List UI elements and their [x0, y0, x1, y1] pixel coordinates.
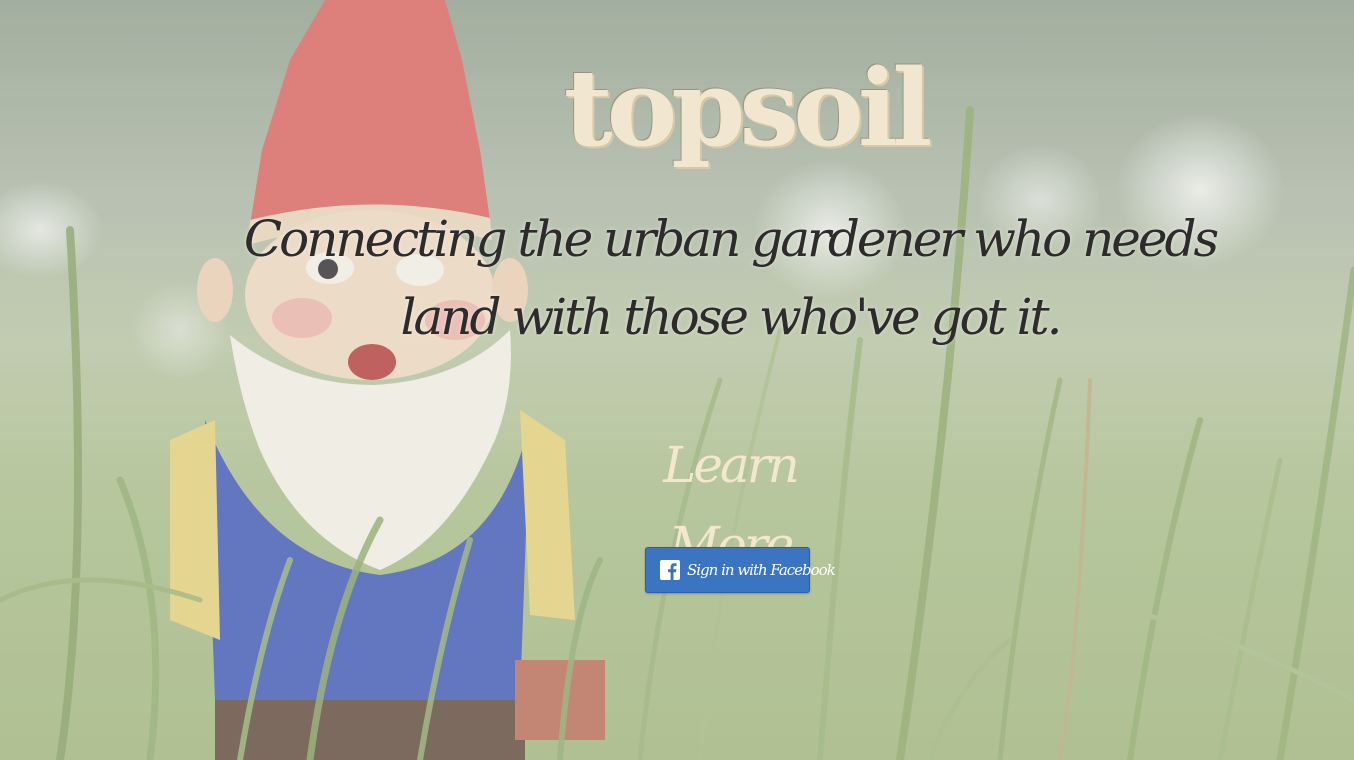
- facebook-button-label: Sign in with Facebook: [687, 561, 836, 579]
- facebook-signin-button[interactable]: Sign in with Facebook: [645, 547, 836, 593]
- facebook-icon: [660, 560, 680, 580]
- hero-tagline: Connecting the urban gardener who needs …: [243, 210, 1219, 346]
- logo: topsoil: [563, 45, 933, 170]
- learn-more-link[interactable]: Learn More: [600, 425, 860, 574]
